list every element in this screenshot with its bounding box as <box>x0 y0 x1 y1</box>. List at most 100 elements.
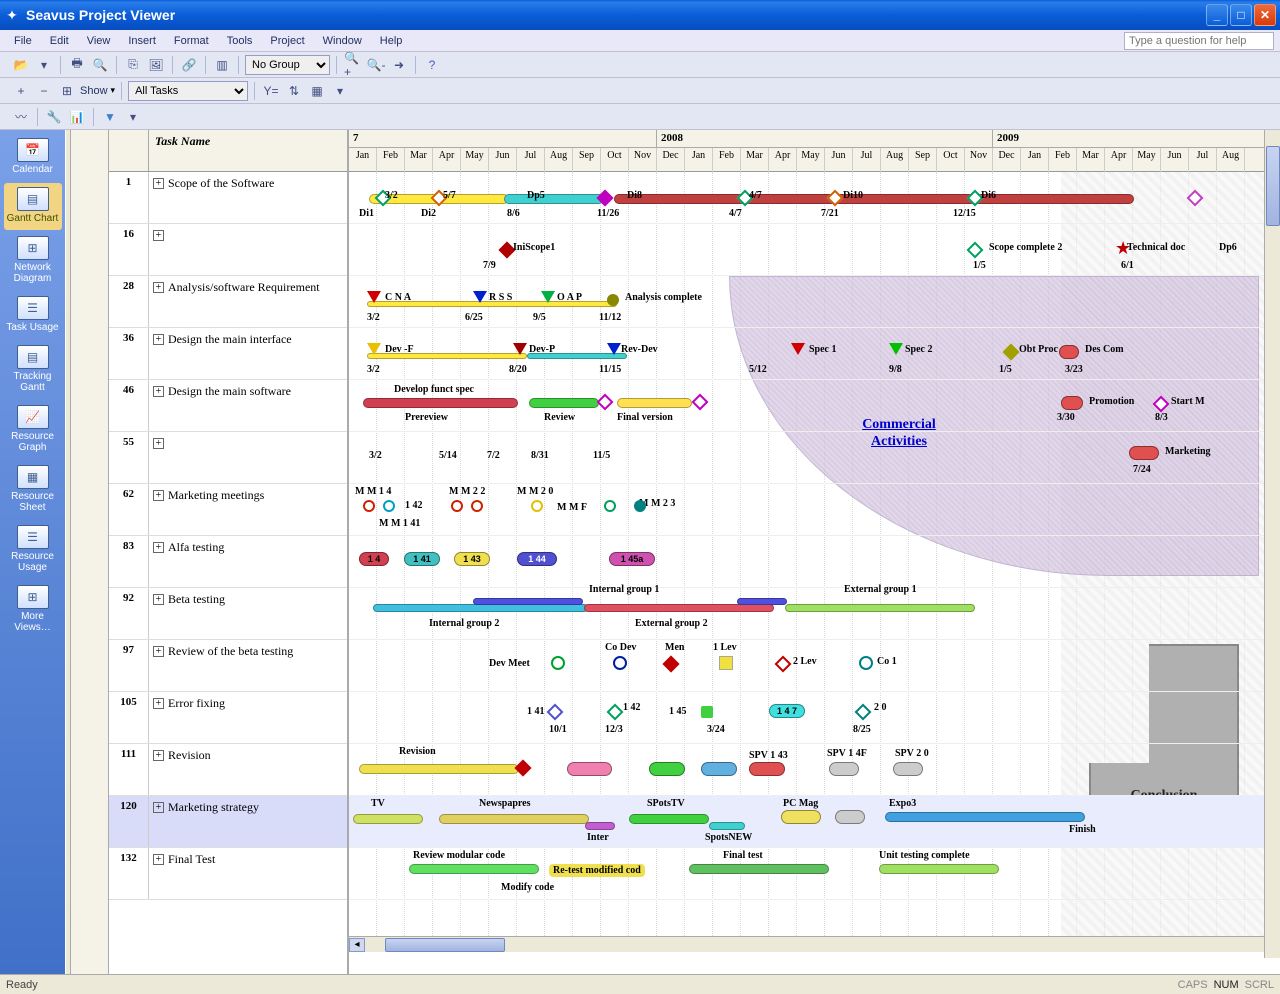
gantt-row: 1 41 10/1 1 42 12/3 1 45 3/24 1 4 7 2 0 … <box>349 692 1280 744</box>
gantt-body[interactable]: Commercial Activities Conclusion 3/2 <box>349 172 1280 952</box>
outline-toggle[interactable]: + <box>153 594 164 605</box>
outline-toggle[interactable]: + <box>153 750 164 761</box>
menu-window[interactable]: Window <box>315 33 370 49</box>
outline-toggle[interactable]: + <box>153 854 164 865</box>
menu-help[interactable]: Help <box>372 33 411 49</box>
task-name-label: Scope of the Software <box>168 176 274 191</box>
month-cell: Jun <box>1161 148 1189 172</box>
open-dropdown-icon[interactable]: ▾ <box>34 55 54 75</box>
task-row[interactable]: 28+Analysis/software Requirement <box>109 276 347 328</box>
task-row[interactable]: 132+Final Test <box>109 848 347 900</box>
task-row[interactable]: 1 + Scope of the Software <box>109 172 347 224</box>
task-row[interactable]: 62+Marketing meetings <box>109 484 347 536</box>
open-icon[interactable]: 📂 <box>11 55 31 75</box>
baseline-icon[interactable]: 📊 <box>67 107 87 127</box>
minimize-button[interactable]: _ <box>1206 4 1228 26</box>
menu-insert[interactable]: Insert <box>120 33 164 49</box>
month-cell: Mar <box>741 148 769 172</box>
table-icon[interactable]: ▦ <box>307 81 327 101</box>
view-resource-usage[interactable]: ☰Resource Usage <box>4 521 62 579</box>
horizontal-scrollbar[interactable]: ◂ ▸ <box>349 936 1280 952</box>
menu-project[interactable]: Project <box>262 33 312 49</box>
autofilter-icon[interactable]: Y= <box>261 81 281 101</box>
copy-picture-icon[interactable]: 🖼 <box>146 55 166 75</box>
outline-toggle[interactable]: + <box>153 282 164 293</box>
task-row[interactable]: 46+Design the main software <box>109 380 347 432</box>
task-id: 1 <box>109 172 149 223</box>
show-subtasks-icon[interactable]: ⊞ <box>57 81 77 101</box>
task-name-header[interactable]: Task Name <box>149 130 347 171</box>
outline-toggle[interactable]: + <box>153 334 164 345</box>
print-preview-icon[interactable]: 🔍 <box>90 55 110 75</box>
task-row[interactable]: 92+Beta testing <box>109 588 347 640</box>
goto-task-icon[interactable]: ➜ <box>389 55 409 75</box>
scrollbar-thumb[interactable] <box>385 938 505 952</box>
options-icon[interactable]: ▾ <box>330 81 350 101</box>
filter-combo[interactable]: All Tasks <box>128 81 248 101</box>
task-row[interactable]: 36+Design the main interface <box>109 328 347 380</box>
view-task-usage[interactable]: ☰Task Usage <box>4 292 62 339</box>
link-icon[interactable]: 🔗 <box>179 55 199 75</box>
month-cell: Dec <box>657 148 685 172</box>
menu-format[interactable]: Format <box>166 33 217 49</box>
task-grid-body: 1 + Scope of the Software 16+28+Analysis/so… <box>109 172 347 974</box>
task-name-label: Error fixing <box>168 696 225 711</box>
tracking-icon[interactable]: 〰 <box>11 107 31 127</box>
view-gantt-chart[interactable]: ▤Gantt Chart <box>4 183 62 230</box>
split-icon[interactable]: ▥ <box>212 55 232 75</box>
gantt-row: Review modular code Re-test modified cod… <box>349 848 1280 900</box>
help-search-input[interactable] <box>1124 32 1274 50</box>
status-bar: Ready CAPS NUM SCRL <box>0 974 1280 994</box>
zoom-out-icon[interactable]: 🔍- <box>366 55 386 75</box>
critical-icon[interactable]: 🔧 <box>44 107 64 127</box>
maximize-button[interactable]: □ <box>1230 4 1252 26</box>
task-row[interactable]: 105+Error fixing <box>109 692 347 744</box>
task-row[interactable]: 111+Revision <box>109 744 347 796</box>
month-cell: Jun <box>825 148 853 172</box>
outline-toggle[interactable]: + <box>153 386 164 397</box>
gantt-row: M M 1 4 M M 2 2 M M 2 0 M M 2 3 1 42 M M… <box>349 484 1280 536</box>
vertical-scrollbar[interactable] <box>1264 130 1280 958</box>
month-cell: Aug <box>545 148 573 172</box>
view-resource-graph[interactable]: 📈Resource Graph <box>4 401 62 459</box>
outline-toggle[interactable]: + <box>153 698 164 709</box>
outline-toggle[interactable]: + <box>153 438 164 449</box>
filter-dropdown-icon[interactable]: ▾ <box>123 107 143 127</box>
outline-toggle[interactable]: + <box>153 542 164 553</box>
view-tracking-gantt[interactable]: ▤Tracking Gantt <box>4 341 62 399</box>
view-resource-sheet[interactable]: ▦Resource Sheet <box>4 461 62 519</box>
outline-toggle[interactable]: + <box>153 490 164 501</box>
filter-icon[interactable]: ▼ <box>100 107 120 127</box>
task-name-label: Review of the beta testing <box>168 644 293 659</box>
menu-tools[interactable]: Tools <box>219 33 261 49</box>
outline-toggle[interactable]: + <box>153 802 164 813</box>
help-icon[interactable]: ? <box>422 55 442 75</box>
outline-toggle[interactable]: + <box>153 178 164 189</box>
indent-icon[interactable]: − <box>34 81 54 101</box>
task-row[interactable]: 83+Alfa testing <box>109 536 347 588</box>
task-row[interactable]: 55+ <box>109 432 347 484</box>
menu-view[interactable]: View <box>79 33 119 49</box>
menu-edit[interactable]: Edit <box>42 33 77 49</box>
sort-icon[interactable]: ⇅ <box>284 81 304 101</box>
copy-icon[interactable]: ⎘ <box>123 55 143 75</box>
outdent-icon[interactable]: + <box>11 81 31 101</box>
scrollbar-thumb[interactable] <box>1266 146 1280 226</box>
view-calendar[interactable]: 📅Calendar <box>4 134 62 181</box>
menu-file[interactable]: File <box>6 33 40 49</box>
task-row[interactable]: 16+ <box>109 224 347 276</box>
print-icon[interactable]: 🖶 <box>67 55 87 75</box>
outline-toggle[interactable]: + <box>153 230 164 241</box>
zoom-in-icon[interactable]: 🔍+ <box>343 55 363 75</box>
gantt-row: Develop funct spec Prereview Review Fina… <box>349 380 1280 432</box>
outline-toggle[interactable]: + <box>153 646 164 657</box>
view-network-diagram[interactable]: ⊞Network Diagram <box>4 232 62 290</box>
task-row[interactable]: 120+Marketing strategy <box>109 796 347 848</box>
task-row[interactable]: 97+Review of the beta testing <box>109 640 347 692</box>
month-cell: Mar <box>405 148 433 172</box>
close-button[interactable]: ✕ <box>1254 4 1276 26</box>
view-more-views[interactable]: ⊞More Views… <box>4 581 62 639</box>
month-cell: Sep <box>909 148 937 172</box>
group-combo[interactable]: No Group <box>245 55 330 75</box>
scroll-left-icon[interactable]: ◂ <box>349 938 365 952</box>
